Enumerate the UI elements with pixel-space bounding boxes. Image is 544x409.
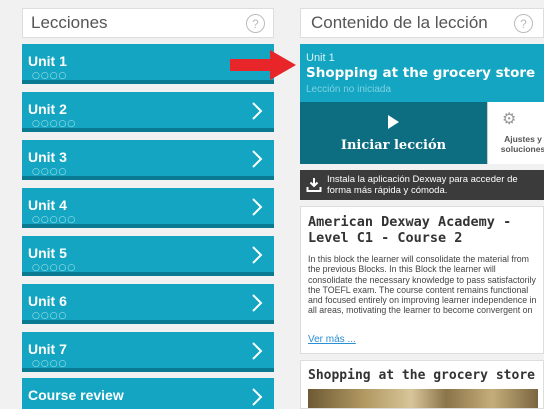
gear-icon: ⚙ bbox=[502, 111, 517, 128]
unit-label: Unit 4 bbox=[28, 197, 67, 213]
unit-4-button[interactable]: Unit 4 ○○○○○ bbox=[22, 188, 274, 228]
install-app-text: Instala la aplicación Dexway para accede… bbox=[327, 174, 518, 196]
unit-label: Unit 3 bbox=[28, 149, 67, 165]
download-icon bbox=[306, 178, 322, 192]
unit-progress: ○○○○ bbox=[32, 311, 68, 321]
lesson-preview-title: Shopping at the grocery store bbox=[308, 368, 535, 383]
unit-progress: ○○○○○ bbox=[32, 215, 77, 225]
lessons-panel-title: Lecciones bbox=[31, 13, 108, 32]
start-lesson-label: Iniciar lección bbox=[340, 138, 447, 153]
unit-progress: ○○○○○ bbox=[32, 119, 77, 129]
unit-progress: ○○○○○ bbox=[32, 263, 77, 273]
lesson-banner: Unit 1 Shopping at the grocery store Lec… bbox=[300, 44, 544, 102]
course-title: American Dexway Academy - Level C1 - Cou… bbox=[308, 214, 512, 246]
chevron-right-icon bbox=[252, 102, 263, 120]
start-lesson-button[interactable]: Iniciar lección bbox=[300, 102, 487, 164]
lesson-name: Shopping at the grocery store bbox=[306, 65, 536, 81]
unit-progress: ○○○○ bbox=[32, 359, 68, 369]
install-app-banner[interactable]: Instala la aplicación Dexway para accede… bbox=[300, 170, 544, 200]
chevron-right-icon bbox=[252, 150, 263, 168]
help-icon[interactable]: ? bbox=[514, 14, 533, 33]
chevron-right-icon bbox=[252, 198, 263, 216]
unit-3-button[interactable]: Unit 3 ○○○○ bbox=[22, 140, 274, 180]
settings-solutions-button[interactable]: ⚙ Ajustes y soluciones bbox=[487, 102, 544, 164]
lesson-actions: Iniciar lección ⚙ Ajustes y soluciones bbox=[300, 102, 544, 164]
content-panel-header: Contenido de la lección ? bbox=[300, 8, 544, 38]
unit-label: Unit 6 bbox=[28, 293, 67, 309]
chevron-right-icon bbox=[252, 246, 263, 264]
red-arrow-icon bbox=[230, 50, 296, 80]
lesson-unit: Unit 1 bbox=[306, 52, 335, 64]
chevron-right-icon bbox=[252, 388, 263, 406]
lesson-preview-image bbox=[308, 389, 538, 408]
chevron-right-icon bbox=[252, 294, 263, 312]
settings-solutions-label: Ajustes y soluciones bbox=[500, 134, 544, 154]
unit-label: Unit 2 bbox=[28, 101, 67, 117]
chevron-right-icon bbox=[252, 342, 263, 360]
lesson-status: Lección no iniciada bbox=[306, 84, 392, 95]
lesson-preview-card: Shopping at the grocery store bbox=[300, 360, 544, 409]
see-more-link[interactable]: Ver más ... bbox=[308, 334, 356, 345]
course-description: In this block the learner will consolida… bbox=[308, 254, 537, 316]
unit-progress: ○○○○ bbox=[32, 167, 68, 177]
content-panel-title: Contenido de la lección bbox=[311, 13, 488, 32]
unit-2-button[interactable]: Unit 2 ○○○○○ bbox=[22, 92, 274, 132]
unit-label: Unit 1 bbox=[28, 53, 67, 69]
unit-5-button[interactable]: Unit 5 ○○○○○ bbox=[22, 236, 274, 276]
play-icon bbox=[388, 115, 399, 129]
course-info-card: American Dexway Academy - Level C1 - Cou… bbox=[300, 206, 544, 354]
help-icon[interactable]: ? bbox=[246, 14, 265, 33]
unit-6-button[interactable]: Unit 6 ○○○○ bbox=[22, 284, 274, 324]
unit-label: Course review bbox=[28, 387, 124, 403]
unit-label: Unit 5 bbox=[28, 245, 67, 261]
lesson-content-panel: Contenido de la lección ? Unit 1 Shoppin… bbox=[300, 0, 544, 409]
unit-label: Unit 7 bbox=[28, 341, 67, 357]
course-review-button[interactable]: Course review bbox=[22, 378, 274, 409]
lessons-panel-header: Lecciones ? bbox=[22, 8, 274, 38]
unit-progress: ○○○○ bbox=[32, 71, 68, 81]
unit-7-button[interactable]: Unit 7 ○○○○ bbox=[22, 332, 274, 372]
